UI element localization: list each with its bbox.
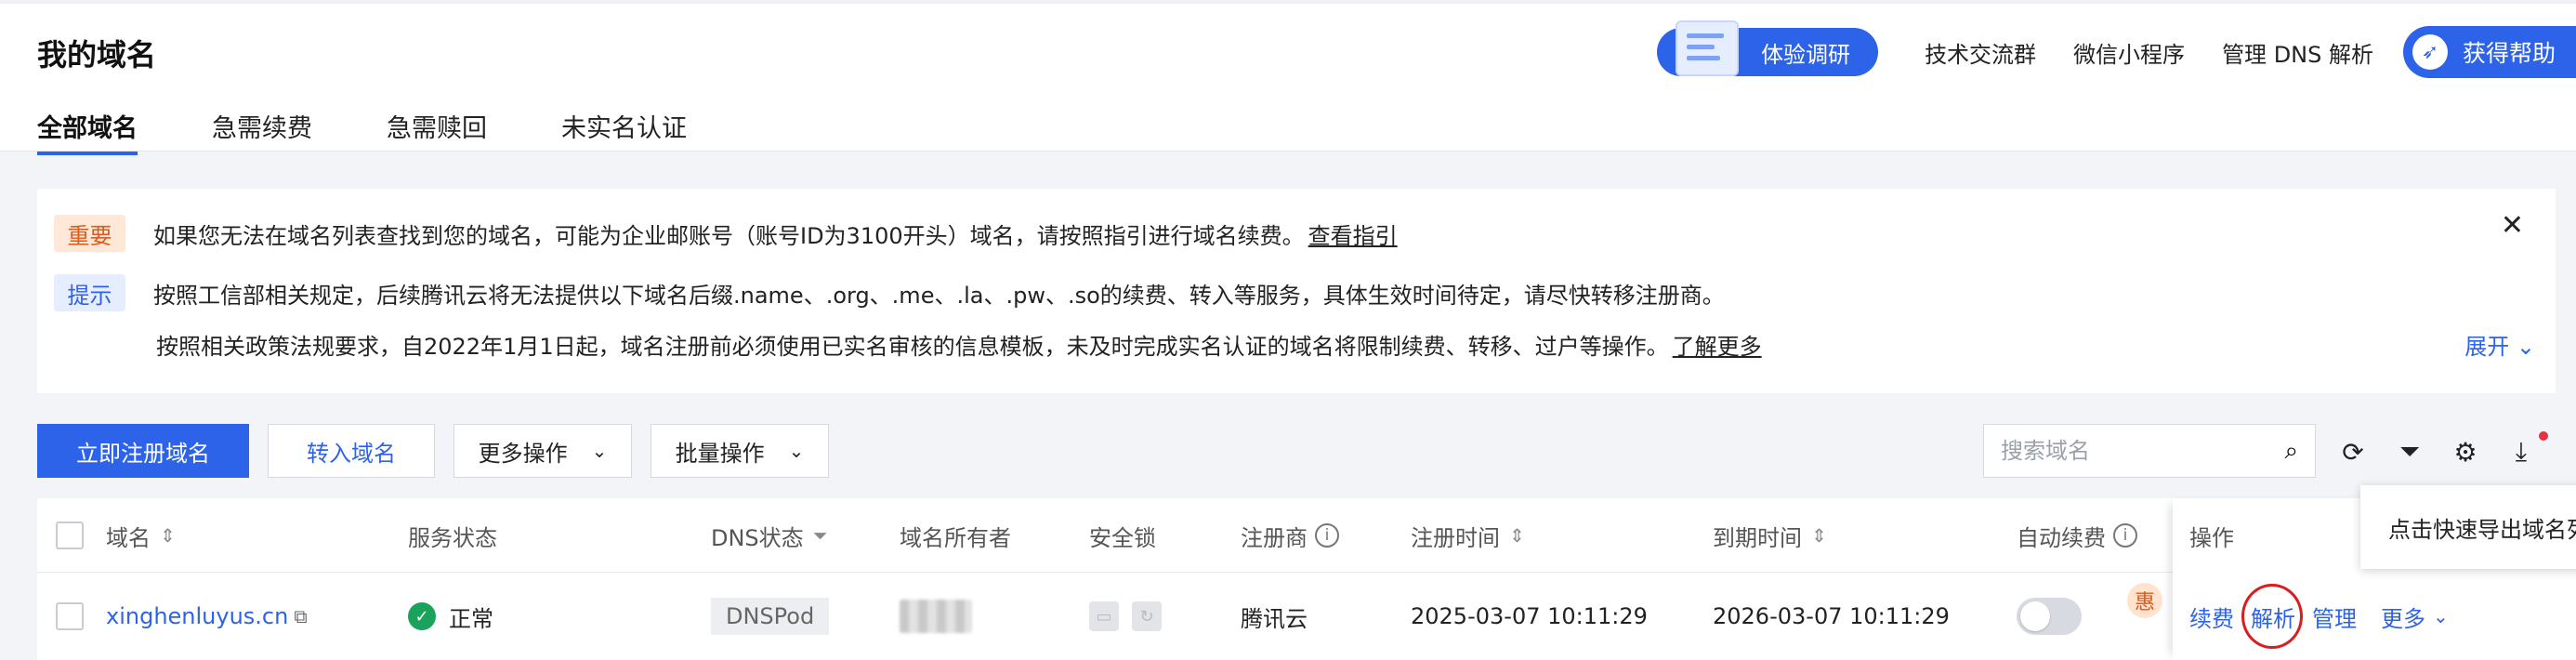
survey-button[interactable]: 体验调研 xyxy=(1657,20,1879,76)
mini-program-link[interactable]: 微信小程序 xyxy=(2073,36,2185,69)
col-service-status: 服务状态 xyxy=(408,524,497,551)
owner-redacted xyxy=(900,573,972,660)
notice-tip-row: 提示 按照工信部相关规定，后续腾讯云将无法提供以下域名后缀.name、.org、… xyxy=(54,274,1725,311)
select-all-checkbox[interactable] xyxy=(56,521,84,549)
search-box: ⌕ xyxy=(1983,424,2316,478)
batch-ops-dropdown[interactable]: 批量操作 ⌄ xyxy=(651,424,829,478)
compass-icon: ➶ xyxy=(2412,34,2448,70)
help-button[interactable]: ➶ 获得帮助 xyxy=(2403,26,2576,78)
tab-redeem-urgent[interactable]: 急需赎回 xyxy=(387,108,487,155)
lock-icon: ▭ xyxy=(1089,601,1119,631)
col-expire-time[interactable]: 到期时间 ⇕ xyxy=(1713,498,1827,573)
close-icon[interactable]: ✕ xyxy=(2501,209,2524,242)
col-registrar: 注册商 i xyxy=(1241,498,1339,573)
important-tag: 重要 xyxy=(54,215,125,252)
more-ops-dropdown[interactable]: 更多操作 ⌄ xyxy=(453,424,632,478)
sort-icon: ⇕ xyxy=(160,524,176,547)
copy-icon: ⧉ xyxy=(294,605,308,627)
chevron-down-icon: ⌄ xyxy=(788,440,805,462)
search-input[interactable] xyxy=(2001,438,2285,464)
filter-icon: ⏷ xyxy=(812,524,828,547)
survey-label: 体验调研 xyxy=(1761,41,1851,68)
col-reg-time[interactable]: 注册时间 ⇕ xyxy=(1411,498,1525,573)
table-row xyxy=(56,573,84,660)
check-circle-icon: ✓ xyxy=(408,602,436,630)
transfer-domain-button[interactable]: 转入域名 xyxy=(268,424,435,478)
col-owner: 域名所有者 xyxy=(900,524,1011,551)
tip-text: 按照工信部相关规定，后续腾讯云将无法提供以下域名后缀.name、.org、.me… xyxy=(153,282,1725,309)
expire-time: 2026-03-07 10:11:29 xyxy=(1713,603,1950,629)
info-icon: i xyxy=(2113,523,2137,548)
more-actions-dropdown[interactable]: 更多 ⌄ xyxy=(2381,573,2449,660)
auto-renew-toggle[interactable] xyxy=(2017,598,2082,635)
col-security-lock: 安全锁 xyxy=(1089,524,1156,551)
search-icon[interactable]: ⌕ xyxy=(2284,437,2298,466)
tip-tag: 提示 xyxy=(54,274,125,311)
chevron-down-icon: ⌄ xyxy=(2433,605,2449,627)
tab-unverified[interactable]: 未实名认证 xyxy=(561,108,687,155)
download-icon[interactable]: ⤓ xyxy=(2503,433,2540,470)
col-auto-renew: 自动续费 i xyxy=(2017,498,2137,573)
lock-refresh-icon: ↻ xyxy=(1132,601,1162,631)
reg-time: 2025-03-07 10:11:29 xyxy=(1411,603,1648,629)
row-checkbox[interactable] xyxy=(56,602,84,630)
register-domain-button[interactable]: 立即注册域名 xyxy=(37,424,249,478)
service-status: ✓ 正常 xyxy=(408,573,493,660)
page-title: 我的域名 xyxy=(37,37,157,73)
col-domain[interactable]: 域名 ⇕ xyxy=(106,498,176,573)
notice-panel: 重要 如果您无法在域名列表查找到您的域名，可能为企业邮账号（账号ID为3100开… xyxy=(37,189,2556,393)
domain-link[interactable]: xinghenluyus.cn ⧉ xyxy=(106,573,308,660)
survey-illustration-icon xyxy=(1676,20,1740,76)
tab-renew-urgent[interactable]: 急需续费 xyxy=(212,108,312,155)
refresh-icon[interactable]: ⟳ xyxy=(2334,433,2372,470)
domain-tabs: 全部域名 急需续费 急需赎回 未实名认证 xyxy=(37,108,761,155)
col-dns-status[interactable]: DNS状态 ⏷ xyxy=(711,498,828,573)
chevron-down-icon: ⌄ xyxy=(591,440,608,462)
info-icon: i xyxy=(1315,523,1339,548)
sort-icon: ⇕ xyxy=(1509,524,1525,547)
discount-badge: 惠 xyxy=(2127,583,2162,618)
page-header: 我的域名 体验调研 技术交流群 微信小程序 管理 DNS 解析 ➶ 获得帮助 全… xyxy=(0,0,2576,155)
view-guide-link[interactable]: 查看指引 xyxy=(1308,218,1398,250)
important-text: 如果您无法在域名列表查找到您的域名，可能为企业邮账号（账号ID为3100开头）域… xyxy=(153,222,1305,249)
expand-toggle[interactable]: 展开 ⌄ xyxy=(2464,328,2535,361)
filter-icon[interactable]: ⏷ xyxy=(2391,433,2428,470)
highlight-circle xyxy=(2241,584,2303,649)
notice-important-row: 重要 如果您无法在域名列表查找到您的域名，可能为企业邮账号（账号ID为3100开… xyxy=(54,215,1398,252)
dns-status: DNSPod xyxy=(711,573,830,660)
manage-dns-link[interactable]: 管理 DNS 解析 xyxy=(2222,36,2373,69)
domain-table: 域名 ⇕ 服务状态 DNS状态 ⏷ 域名所有者 安全锁 注册商 i 注册时间 ⇕ 到期时… xyxy=(37,498,2576,660)
export-tooltip: 点击快速导出域名列表 xyxy=(2360,485,2576,569)
tech-group-link[interactable]: 技术交流群 xyxy=(1925,36,2036,69)
manage-link[interactable]: 管理 xyxy=(2312,573,2357,660)
notice-policy-row: 按照相关政策法规要求，自2022年1月1日起，域名注册前必须使用已实名审核的信息… xyxy=(156,328,1762,361)
header-actions: 体验调研 技术交流群 微信小程序 管理 DNS 解析 ➶ 获得帮助 xyxy=(1657,20,2576,78)
sort-icon: ⇕ xyxy=(1811,524,1827,547)
tab-all-domains[interactable]: 全部域名 xyxy=(37,108,138,155)
policy-text: 按照相关政策法规要求，自2022年1月1日起，域名注册前必须使用已实名审核的信息… xyxy=(156,334,1669,360)
col-actions: 操作 xyxy=(2189,524,2234,551)
auto-renew-cell xyxy=(2017,573,2082,660)
registrar: 腾讯云 xyxy=(1241,605,1308,632)
security-locks: ▭ ↻ xyxy=(1089,573,1175,660)
notification-dot xyxy=(2539,431,2548,441)
learn-more-link[interactable]: 了解更多 xyxy=(1673,328,1762,361)
renew-link[interactable]: 续费 xyxy=(2189,573,2234,660)
settings-gear-icon[interactable]: ⚙ xyxy=(2447,433,2484,470)
help-label: 获得帮助 xyxy=(2463,40,2556,67)
